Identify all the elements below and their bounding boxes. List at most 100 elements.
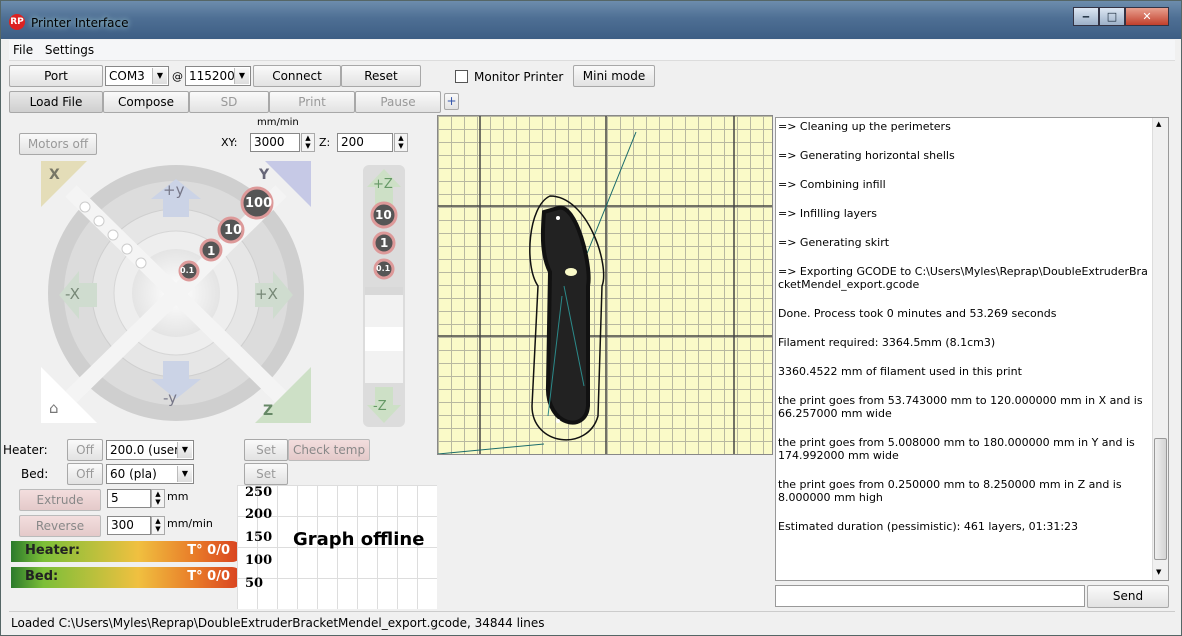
bed-set-button[interactable]: Set	[244, 463, 288, 485]
baud-select[interactable]: 115200 ▼	[185, 66, 251, 86]
log-line: => Cleaning up the perimeters	[778, 120, 951, 133]
home-all-icon[interactable]: ⌂	[49, 399, 59, 417]
minimize-icon[interactable]: ‒	[1073, 7, 1099, 26]
log-line: => Generating horizontal shells	[778, 149, 955, 162]
print-preview[interactable]	[437, 115, 773, 455]
mini-mode-button[interactable]: Mini mode	[573, 65, 655, 87]
home-x-button[interactable]: X	[49, 167, 60, 183]
status-bar: Loaded C:\Users\Myles\Reprap\DoubleExtru…	[9, 611, 1175, 633]
log-line: Filament required: 3364.5mm (8.1cm3)	[778, 336, 996, 349]
heater-off-button[interactable]: Off	[67, 439, 103, 461]
log-scrollbar[interactable]: ▲ ▼	[1152, 118, 1168, 580]
menu-settings[interactable]: Settings	[41, 40, 98, 57]
command-input[interactable]	[775, 585, 1085, 607]
sd-button[interactable]: SD	[189, 91, 269, 113]
bed-gauge: Bed: T° 0/0	[11, 567, 242, 588]
app-window: RP Printer Interface ‒ □ ✕ File Settings…	[0, 0, 1182, 636]
bed-off-button[interactable]: Off	[67, 463, 103, 485]
title-bar: RP Printer Interface ‒ □ ✕	[1, 1, 1181, 39]
monitor-checkbox[interactable]	[455, 70, 468, 83]
heater-set-button[interactable]: Set	[244, 439, 288, 461]
reverse-speed-input[interactable]: 300	[107, 516, 151, 535]
heater-temp-value: 200.0 (user	[110, 443, 180, 457]
console-log[interactable]: => Cleaning up the perimeters => Generat…	[775, 117, 1169, 581]
extrude-length-stepper[interactable]: ▲ ▼	[151, 489, 165, 508]
minus-z-button[interactable]: -Z	[373, 399, 387, 414]
window-title: Printer Interface	[31, 16, 129, 30]
scroll-up-icon[interactable]: ▲	[1156, 120, 1161, 128]
log-line: the print goes from 53.743000 mm to 120.…	[778, 394, 1143, 420]
graph-tick-200: 200	[245, 507, 273, 522]
home-z-button[interactable]: Z	[263, 403, 273, 419]
log-line: Done. Process took 0 minutes and 53.269 …	[778, 307, 1057, 320]
plus-y-button[interactable]: +y	[163, 181, 184, 199]
menu-bar: File Settings	[9, 40, 1175, 61]
xy-label: XY:	[221, 136, 238, 149]
bed-gauge-temp: T° 0/0	[187, 569, 230, 584]
graph-tick-150: 150	[245, 530, 273, 545]
speed-unit-label: mm/min	[257, 117, 299, 128]
xy-speed-input[interactable]: 3000	[250, 133, 300, 152]
heater-gauge-temp: T° 0/0	[187, 543, 230, 558]
reverse-unit-label: mm/min	[167, 517, 213, 530]
reverse-speed-stepper[interactable]: ▲ ▼	[151, 516, 165, 535]
log-lines: => Cleaning up the perimeters => Generat…	[778, 120, 1150, 549]
xy-speed-stepper[interactable]: ▲ ▼	[301, 133, 315, 152]
baud-value: 115200	[189, 69, 235, 83]
step-1-button[interactable]: 1	[207, 244, 215, 258]
z-label: Z:	[319, 136, 331, 149]
close-icon[interactable]: ✕	[1125, 7, 1169, 26]
step-10-button[interactable]: 10	[224, 223, 242, 238]
chevron-down-icon: ▼	[152, 68, 167, 84]
bed-label: Bed:	[21, 467, 49, 481]
port-button[interactable]: Port	[9, 65, 103, 87]
port-select[interactable]: COM3 ▼	[105, 66, 169, 86]
plus-z-button[interactable]: +Z	[373, 177, 393, 192]
extrude-unit-label: mm	[167, 490, 189, 503]
home-y-button[interactable]: Y	[259, 167, 269, 183]
connect-button[interactable]: Connect	[253, 65, 341, 87]
extrude-length-input[interactable]: 5	[107, 489, 151, 508]
step-100-button[interactable]: 100	[245, 196, 272, 211]
step-0-1-button[interactable]: 0.1	[180, 266, 194, 275]
log-line: 3360.4522 mm of filament used in this pr…	[778, 365, 1022, 378]
maximize-icon[interactable]: □	[1099, 7, 1125, 26]
z-speed-input[interactable]: 200	[337, 133, 393, 152]
heater-label: Heater:	[3, 443, 48, 457]
minus-y-button[interactable]: -y	[163, 389, 177, 407]
bed-temp-select[interactable]: 60 (pla) ▼	[106, 464, 194, 484]
motors-off-button[interactable]: Motors off	[19, 133, 97, 155]
z-step-0-1-button[interactable]: 0.1	[376, 264, 390, 273]
minus-x-button[interactable]: -X	[65, 285, 80, 303]
z-step-10-button[interactable]: 10	[375, 208, 392, 222]
heater-temp-select[interactable]: 200.0 (user ▼	[106, 440, 194, 460]
z-step-1-button[interactable]: 1	[380, 236, 388, 250]
chevron-down-icon: ▼	[177, 442, 192, 458]
chevron-down-icon: ▼	[177, 466, 192, 482]
graph-status: Graph offline	[293, 529, 425, 550]
send-button[interactable]: Send	[1087, 585, 1169, 608]
check-temp-button[interactable]: Check temp	[288, 439, 370, 461]
pause-button[interactable]: Pause	[355, 91, 441, 113]
log-scroll-thumb[interactable]	[1154, 438, 1167, 560]
plus-x-button[interactable]: +X	[255, 285, 278, 303]
extrude-button[interactable]: Extrude	[19, 489, 101, 511]
heater-gauge-label: Heater:	[25, 543, 81, 558]
z-jog-control[interactable]	[363, 165, 405, 427]
z-speed-stepper[interactable]: ▲ ▼	[394, 133, 408, 152]
monitor-label: Monitor Printer	[474, 70, 564, 84]
graph-tick-250: 250	[245, 485, 273, 500]
log-line: Estimated duration (pessimistic): 461 la…	[778, 520, 1079, 533]
scroll-down-icon[interactable]: ▼	[1156, 568, 1161, 576]
print-button[interactable]: Print	[269, 91, 355, 113]
at-label: @	[172, 70, 183, 83]
graph-tick-50: 50	[245, 576, 264, 591]
compose-button[interactable]: Compose	[103, 91, 189, 113]
menu-file[interactable]: File	[9, 40, 37, 57]
reset-button[interactable]: Reset	[341, 65, 421, 87]
load-file-button[interactable]: Load File	[9, 91, 103, 113]
add-button[interactable]: +	[444, 93, 459, 110]
status-text: Loaded C:\Users\Myles\Reprap\DoubleExtru…	[11, 616, 545, 630]
log-line: the print goes from 5.008000 mm to 180.0…	[778, 436, 1135, 462]
reverse-button[interactable]: Reverse	[19, 515, 101, 537]
